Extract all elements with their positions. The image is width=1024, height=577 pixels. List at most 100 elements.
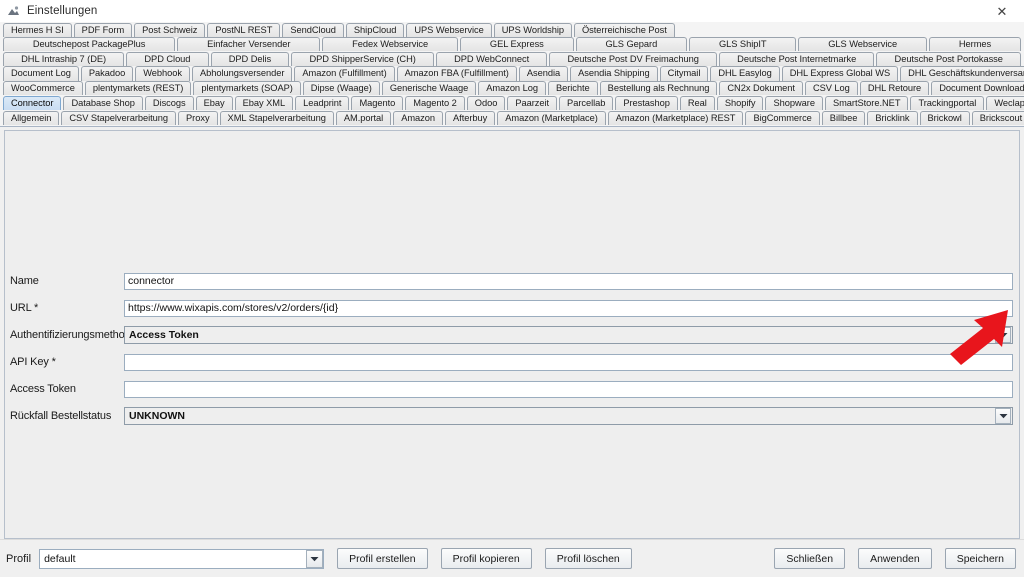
tab-magento[interactable]: Magento: [351, 95, 404, 111]
tab-asendia-shipping[interactable]: Asendia Shipping: [570, 66, 658, 81]
tab-pakadoo[interactable]: Pakadoo: [80, 66, 134, 81]
tab-ups-webservice[interactable]: UPS Webservice: [406, 23, 492, 38]
tab-ups-worldship[interactable]: UPS Worldship: [493, 23, 572, 38]
tab-cn2x-dokument[interactable]: CN2x Dokument: [719, 81, 803, 96]
name-field[interactable]: connector: [124, 272, 1013, 290]
tab-fedex-webservice[interactable]: Fedex Webservice: [322, 36, 459, 51]
tab-document-downloader[interactable]: Document Downloader: [931, 81, 1024, 96]
tab-bricklink[interactable]: Bricklink: [867, 110, 918, 125]
tab-brickowl[interactable]: Brickowl: [919, 110, 970, 125]
tab-dhl-express-global-ws[interactable]: DHL Express Global WS: [781, 66, 899, 81]
profile-select[interactable]: default: [39, 548, 325, 569]
tab-webhook[interactable]: Webhook: [135, 66, 190, 81]
tab-generische-waage[interactable]: Generische Waage: [381, 81, 477, 96]
delete-profile-button[interactable]: Profil löschen: [544, 548, 632, 569]
tab-bestellung-als-rechnung[interactable]: Bestellung als Rechnung: [599, 81, 718, 96]
tab-postnl-rest[interactable]: PostNL REST: [207, 23, 281, 38]
tab-sendcloud[interactable]: SendCloud: [282, 23, 344, 38]
tab-connector[interactable]: Connector: [3, 95, 62, 111]
tab-paarzeit[interactable]: Paarzeit: [507, 95, 558, 111]
tab-dhl-gesch-ftskundenversand[interactable]: DHL Geschäftskundenversand: [900, 66, 1024, 81]
tab-dhl-easylog[interactable]: DHL Easylog: [710, 66, 780, 81]
auth-method-combo[interactable]: Access Token: [124, 326, 1013, 345]
tab-afterbuy[interactable]: Afterbuy: [445, 110, 496, 125]
tab-leadprint[interactable]: Leadprint: [295, 95, 350, 111]
copy-profile-button[interactable]: Profil kopieren: [440, 548, 532, 569]
tab-post-schweiz[interactable]: Post Schweiz: [134, 23, 206, 38]
tab-amazon-marketplace[interactable]: Amazon (Marketplace): [497, 110, 606, 125]
tab-gls-gepard[interactable]: GLS Gepard: [575, 36, 688, 51]
fallback-order-status-combo[interactable]: UNKNOWN: [124, 407, 1013, 426]
tab-magento-2[interactable]: Magento 2: [405, 95, 465, 111]
apply-button[interactable]: Anwenden: [858, 548, 932, 569]
tab-odoo[interactable]: Odoo: [466, 95, 506, 111]
tab-dpd-webconnect[interactable]: DPD WebConnect: [435, 51, 548, 66]
tab-am-portal[interactable]: AM.portal: [335, 110, 392, 125]
tab-plentymarkets-soap[interactable]: plentymarkets (SOAP): [193, 81, 301, 96]
tab-amazon-log[interactable]: Amazon Log: [478, 81, 546, 96]
tab-ebay-xml[interactable]: Ebay XML: [234, 95, 294, 111]
tab-dpd-cloud[interactable]: DPD Cloud: [126, 51, 209, 66]
tab-database-shop[interactable]: Database Shop: [63, 95, 143, 111]
url-field[interactable]: https://www.wixapis.com/stores/v2/orders…: [124, 299, 1013, 317]
tab-citymail[interactable]: Citymail: [659, 66, 709, 81]
tab-shipcloud[interactable]: ShipCloud: [345, 23, 405, 38]
fallback-order-status-combo-arrow[interactable]: [995, 408, 1011, 425]
tab-document-log[interactable]: Document Log: [3, 66, 79, 81]
tab-deutsche-post-dv-freimachung[interactable]: Deutsche Post DV Freimachung: [549, 51, 718, 66]
tab-bigcommerce[interactable]: BigCommerce: [745, 110, 820, 125]
tab-pdf-form[interactable]: PDF Form: [73, 23, 133, 38]
tab-deutsche-post-internetmarke[interactable]: Deutsche Post Internetmarke: [719, 51, 875, 66]
tab-xml-stapelverarbeitung[interactable]: XML Stapelverarbeitung: [219, 110, 334, 125]
tab-weclapp[interactable]: Weclapp: [986, 95, 1024, 111]
tab-csv-log[interactable]: CSV Log: [804, 81, 858, 96]
tab-allgemein[interactable]: Allgemein: [3, 110, 60, 125]
tab-row: Connector Database Shop Discogs Ebay Ebay XM…: [2, 95, 1024, 111]
auth-method-combo-arrow[interactable]: [995, 327, 1011, 344]
tab-hermes[interactable]: Hermes: [929, 36, 1021, 51]
api-key-field[interactable]: [124, 353, 1013, 371]
auth-method-combo-label: Authentifizierungsmethode: [10, 329, 137, 342]
tab-gls-webservice[interactable]: GLS Webservice: [798, 36, 927, 51]
tab-smartstore-net[interactable]: SmartStore.NET: [824, 95, 909, 111]
tab-deutsche-post-portokasse[interactable]: Deutsche Post Portokasse: [876, 51, 1022, 66]
tab-shopify[interactable]: Shopify: [716, 95, 764, 111]
tab-dpd-shipperservice-ch[interactable]: DPD ShipperService (CH): [291, 51, 434, 66]
tab-csv-stapelverarbeitung[interactable]: CSV Stapelverarbeitung: [61, 110, 177, 125]
tab-abholungsversender[interactable]: Abholungsversender: [192, 66, 293, 81]
tab-dipse-waage[interactable]: Dipse (Waage): [302, 81, 380, 96]
access-token-field[interactable]: [124, 380, 1013, 398]
tab-dhl-retoure[interactable]: DHL Retoure: [859, 81, 930, 96]
tab-einfacher-versender[interactable]: Einfacher Versender: [177, 36, 321, 51]
tab-asendia[interactable]: Asendia: [518, 66, 569, 81]
close-icon[interactable]: ✕: [980, 0, 1024, 22]
tab-hermes-h-si[interactable]: Hermes H SI: [3, 23, 72, 38]
tab-woocommerce[interactable]: WooCommerce: [3, 81, 83, 96]
tab-brickscout[interactable]: Brickscout: [971, 110, 1024, 125]
tab-dpd-delis[interactable]: DPD Delis: [210, 51, 290, 66]
tab-plentymarkets-rest[interactable]: plentymarkets (REST): [84, 81, 192, 96]
tab-gls-shipit[interactable]: GLS ShipIT: [689, 36, 797, 51]
save-button[interactable]: Speichern: [944, 548, 1016, 569]
tab-proxy[interactable]: Proxy: [178, 110, 218, 125]
tab-berichte[interactable]: Berichte: [547, 81, 598, 96]
tab-amazon-marketplace-rest[interactable]: Amazon (Marketplace) REST: [607, 110, 744, 125]
tab-discogs[interactable]: Discogs: [144, 95, 194, 111]
close-button[interactable]: Schließen: [774, 548, 846, 569]
create-profile-button[interactable]: Profil erstellen: [337, 548, 428, 569]
tab-ebay[interactable]: Ebay: [195, 95, 233, 111]
tab-real[interactable]: Real: [679, 95, 715, 111]
tab-amazon-fulfillment[interactable]: Amazon (Fulfillment): [294, 66, 395, 81]
tab-parcellab[interactable]: Parcellab: [559, 95, 614, 111]
tab-deutschepost-packageplus[interactable]: Deutschepost PackagePlus: [3, 36, 176, 51]
tab-dhl-intraship-7-de[interactable]: DHL Intraship 7 (DE): [3, 51, 125, 66]
tab-trackingportal[interactable]: Trackingportal: [910, 95, 985, 111]
tab-amazon-fba-fulfillment[interactable]: Amazon FBA (Fulfillment): [396, 66, 517, 81]
chevron-down-icon[interactable]: [306, 549, 324, 568]
tab-gel-express[interactable]: GEL Express: [460, 36, 574, 51]
tab-prestashop[interactable]: Prestashop: [615, 95, 678, 111]
tab-billbee[interactable]: Billbee: [821, 110, 866, 125]
tab-amazon[interactable]: Amazon: [393, 110, 444, 125]
tab-shopware[interactable]: Shopware: [765, 95, 823, 111]
tab-sterreichische-post[interactable]: Österreichische Post: [573, 23, 675, 38]
